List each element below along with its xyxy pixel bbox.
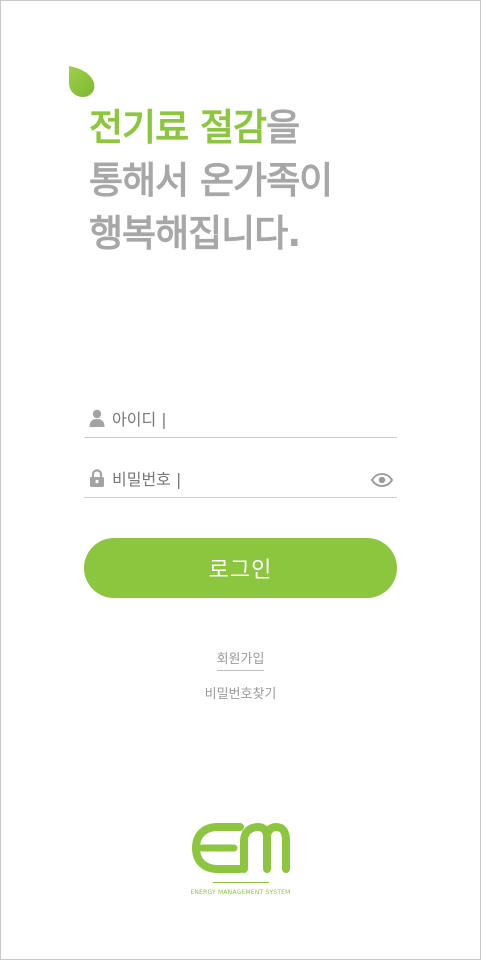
id-input[interactable] [112,405,362,433]
headline-line-1-rest: 을 [266,106,300,149]
lock-icon [90,469,104,487]
headline-line-2: 통해서 온가족이 [89,159,333,202]
headline-line-3: 행복해집니다. [89,212,301,255]
headline-line-1: 전기료 절감을 [89,101,332,154]
login-screen: 전기료 절감을 통해서 온가족이 행복해집니다. 로그인 회원가입 비밀번호찾기 [0,0,481,960]
signup-link-label: 회원가입 [216,648,265,671]
headline: 전기료 절감을 통해서 온가족이 행복해집니다. [89,101,333,260]
user-icon [89,409,105,427]
password-field [84,461,397,498]
eye-icon[interactable] [371,473,393,487]
password-input[interactable] [112,465,362,493]
leaf-icon [69,66,95,97]
find-password-link-label: 비밀번호찾기 [204,687,277,702]
headline-accent: 전기료 절감 [89,106,267,149]
signup-link[interactable]: 회원가입 [1,648,480,671]
brand-tagline: ENERGY MANAGEMENT SYSTEM [190,889,291,896]
find-password-link[interactable]: 비밀번호찾기 [1,683,480,702]
id-field [84,401,397,438]
em-logo-icon [191,822,290,873]
logo-divider [213,882,269,883]
login-button[interactable]: 로그인 [84,538,397,598]
